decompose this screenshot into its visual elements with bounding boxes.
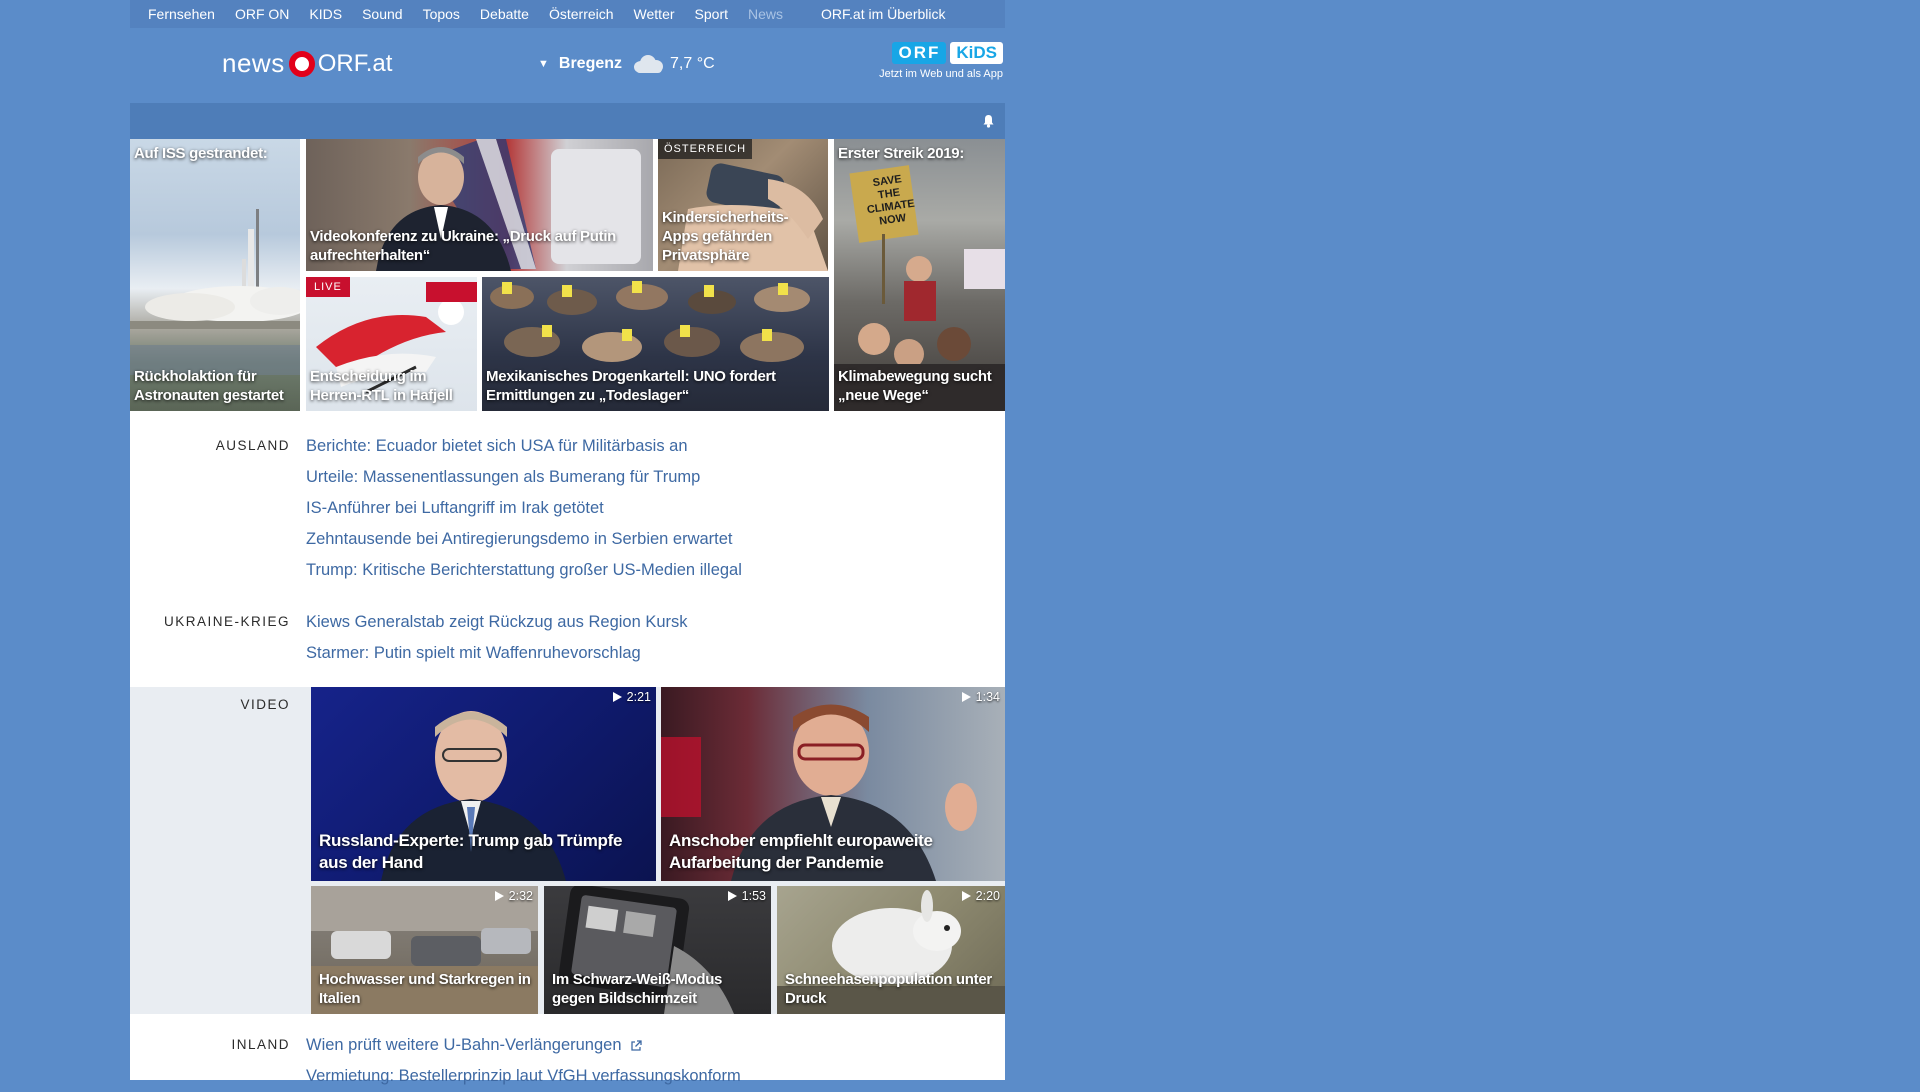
nav-overview[interactable]: ORF.at im Überblick [821, 6, 945, 22]
story-apps[interactable]: ÖSTERREICH Kindersicherheits-Apps gefähr… [658, 139, 828, 271]
caret-down-icon: ▼ [538, 58, 549, 70]
video-caption: Schneehasenpopulation unter Druck [785, 971, 992, 1007]
logo-news-text: news [222, 48, 285, 78]
story-klima-kicker: Erster Streik 2019: [838, 145, 965, 162]
video-duration: 1:53 [727, 889, 766, 903]
weather-temperature: 7,7 °C [670, 55, 715, 72]
story-iss-kicker: Auf ISS gestrandet: [134, 145, 268, 162]
video-russland-experte[interactable]: 2:21 Russland-Experte: Trump gab Trümpfe… [311, 687, 656, 881]
video-caption: Russland-Experte: Trump gab Trümpfe aus … [319, 831, 623, 872]
ausland-link-2[interactable]: Urteile: Massenentlassungen als Bumerang… [306, 462, 742, 493]
video-schneehase[interactable]: 2:20 Schneehasenpopulation unter Druck [777, 886, 1005, 1014]
video-caption: Anschober empfiehlt europaweite Aufarbei… [669, 831, 933, 872]
inland-link-2[interactable]: Vermietung: Bestellerprinzip laut VfGH v… [306, 1061, 741, 1092]
inland-link-1[interactable]: Wien prüft weitere U-Bahn-Verlängerungen [306, 1030, 741, 1061]
video-hochwasser[interactable]: 2:32 Hochwasser und Starkregen in Italie… [311, 886, 538, 1014]
orf-ring-icon [288, 50, 315, 77]
nav-sound[interactable]: Sound [362, 6, 402, 22]
video-caption: Im Schwarz-Weiß-Modus gegen Bildschirmze… [552, 971, 723, 1007]
ausland-link-4[interactable]: Zehntausende bei Antiregierungsdemo in S… [306, 524, 742, 555]
news-orf-logo[interactable]: news ORF.at [222, 48, 392, 79]
climate-sign-text: SAVE THE CLIMATE NOW [866, 173, 916, 228]
nav-oesterreich[interactable]: Österreich [549, 6, 614, 22]
logo-orf-text: ORF.at [317, 49, 393, 77]
ausland-link-3[interactable]: IS-Anführer bei Luftangriff im Irak getö… [306, 493, 742, 524]
video-schwarz-weiss[interactable]: 1:53 Im Schwarz-Weiß-Modus gegen Bildsch… [544, 886, 771, 1014]
section-label-ukraine-krieg: UKRAINE-KRIEG [163, 614, 290, 629]
top-stories-mosaic: Auf ISS gestrandet: Rückholaktion für As… [130, 139, 1005, 411]
play-icon [727, 891, 737, 901]
play-icon [961, 891, 971, 901]
weather-widget[interactable]: ▼ Bregenz 7,7 °C [538, 55, 715, 73]
section-label-ausland: AUSLAND [215, 438, 290, 453]
orf-kids-promo[interactable]: ORF KiDS Jetzt im Web und als App [863, 42, 1003, 80]
play-icon [961, 692, 971, 702]
weather-city: Bregenz [558, 55, 623, 72]
story-ukraine[interactable]: Videokonferenz zu Ukraine: „Druck auf Pu… [306, 139, 653, 271]
story-apps-caption: Kindersicherheits-Apps gefährden Privats… [662, 209, 789, 264]
story-klima[interactable]: SAVE THE CLIMATE NOW Erster Streik 2019:… [834, 139, 1005, 411]
story-ski-caption: Entscheidung im Herren-RTL in Hafjell [310, 368, 453, 404]
story-iss-caption: Rückholaktion für Astronauten gestartet [134, 368, 284, 404]
play-icon [494, 891, 504, 901]
video-duration: 2:21 [612, 690, 651, 704]
story-iss[interactable]: Auf ISS gestrandet: Rückholaktion für As… [130, 139, 300, 411]
kids-app-text: Jetzt im Web und als App [879, 68, 1003, 80]
video-duration: 2:32 [494, 889, 533, 903]
play-icon [612, 692, 622, 702]
site-header: news ORF.at ▼ Bregenz 7,7 °C ORF KiDS Je… [130, 28, 1005, 103]
external-link-icon [630, 1039, 642, 1051]
notification-bar [130, 103, 1005, 139]
story-ukraine-caption: Videokonferenz zu Ukraine: „Druck auf Pu… [310, 228, 617, 264]
bell-icon[interactable] [982, 114, 995, 128]
nav-topos[interactable]: Topos [423, 6, 460, 22]
nav-sport[interactable]: Sport [695, 6, 728, 22]
video-duration: 1:34 [961, 690, 1000, 704]
nav-fernsehen[interactable]: Fernsehen [148, 6, 215, 22]
story-kartell[interactable]: Mexikanisches Drogenkartell: UNO fordert… [482, 277, 829, 411]
section-video: VIDEO 2:21 Russland-Experte: Trump gab T… [130, 687, 1005, 1014]
nav-orf-on[interactable]: ORF ON [235, 6, 289, 22]
nav-news[interactable]: News [748, 6, 783, 22]
nav-debatte[interactable]: Debatte [480, 6, 529, 22]
story-ski[interactable]: LIVE Entscheidung im Herren-RTL in Hafje… [306, 277, 477, 411]
news-content: AUSLAND Berichte: Ecuador bietet sich US… [130, 411, 1005, 1085]
ukraine-link-2[interactable]: Starmer: Putin spielt mit Waffenruhevors… [306, 638, 688, 669]
story-apps-tag: ÖSTERREICH [658, 139, 753, 159]
ukraine-link-1[interactable]: Kiews Generalstab zeigt Rückzug aus Regi… [306, 607, 688, 638]
orf-badge: ORF [892, 42, 947, 64]
top-navigation: Fernsehen ORF ON KIDS Sound Topos Debatt… [130, 0, 1005, 28]
video-caption: Hochwasser und Starkregen in Italien [319, 971, 531, 1007]
ausland-link-5[interactable]: Trump: Kritische Berichterstattung große… [306, 555, 742, 586]
nav-kids[interactable]: KIDS [309, 6, 342, 22]
story-klima-caption: Klimabewegung sucht „neue Wege“ [838, 368, 992, 404]
ausland-link-1[interactable]: Berichte: Ecuador bietet sich USA für Mi… [306, 431, 742, 462]
story-kartell-caption: Mexikanisches Drogenkartell: UNO fordert… [486, 368, 776, 404]
page-wrapper: Fernsehen ORF ON KIDS Sound Topos Debatt… [130, 0, 1005, 1085]
live-badge: LIVE [306, 277, 350, 297]
section-label-video: VIDEO [240, 697, 290, 712]
video-duration: 2:20 [961, 889, 1000, 903]
cloud-icon [630, 55, 664, 73]
nav-wetter[interactable]: Wetter [634, 6, 675, 22]
video-anschober[interactable]: 1:34 Anschober empfiehlt europaweite Auf… [661, 687, 1005, 881]
kids-badge: KiDS [950, 42, 1003, 64]
section-label-inland: INLAND [231, 1037, 290, 1052]
